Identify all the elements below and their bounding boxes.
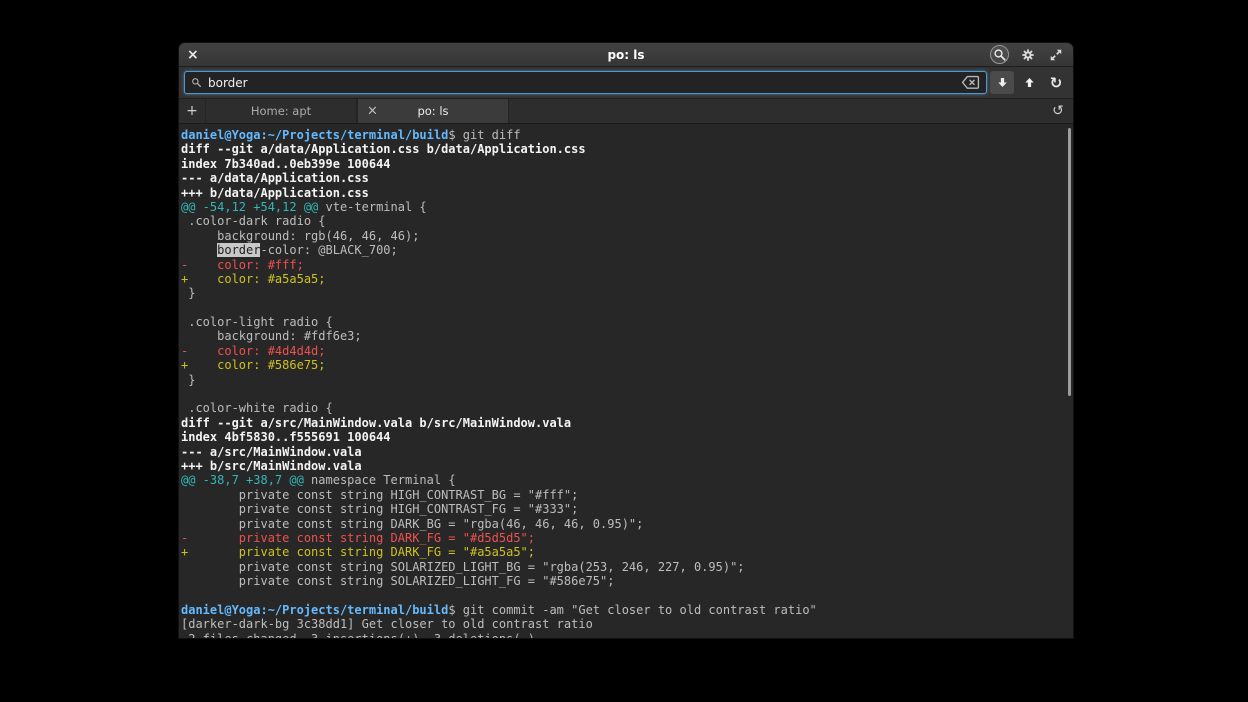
search-wrap-button[interactable]: ↻ [1044,71,1068,94]
terminal-line: +++ b/data/Application.css [181,186,1073,200]
terminal-line: background: #fdf6e3; [181,329,1073,343]
titlebar: × po: ls [179,43,1073,67]
settings-button[interactable] [1018,45,1037,64]
new-tab-button[interactable]: + [179,99,205,123]
tab-label: po: ls [417,104,448,118]
terminal-line: .color-dark radio { [181,214,1073,228]
terminal-line: --- a/data/Application.css [181,171,1073,185]
terminal-line: } [181,373,1073,387]
terminal-line: private const string HIGH_CONTRAST_FG = … [181,502,1073,516]
tab-label: Home: apt [251,104,311,118]
restore-closed-tab-button[interactable]: ↺ [1043,99,1073,123]
arrow-down-icon [996,76,1009,89]
fullscreen-button[interactable] [1046,45,1065,64]
tab-close-icon[interactable]: × [367,105,378,118]
search-icon [191,77,202,88]
terminal-line: + color: #586e75; [181,358,1073,372]
terminal-line: [darker-dark-bg 3c38dd1] Get closer to o… [181,617,1073,631]
titlebar-icons [990,45,1065,64]
terminal-line: background: rgb(46, 46, 46); [181,229,1073,243]
terminal-line: } [181,286,1073,300]
terminal-line: daniel@Yoga:~/Projects/terminal/build$ g… [181,603,1073,617]
terminal-line: index 4bf5830..f555691 100644 [181,430,1073,444]
terminal-line: +++ b/src/MainWindow.vala [181,459,1073,473]
terminal-line: border-color: @BLACK_700; [181,243,1073,257]
search-toggle-button[interactable] [990,45,1009,64]
terminal-line: - private const string DARK_FG = "#d5d5d… [181,531,1073,545]
terminal-line: @@ -38,7 +38,7 @@ namespace Terminal { [181,473,1073,487]
search-field[interactable] [184,71,987,94]
terminal-line: + private const string DARK_FG = "#a5a5a… [181,545,1073,559]
terminal-line [181,589,1073,603]
terminal-line: .color-light radio { [181,315,1073,329]
tabbar-spacer [509,99,1043,123]
arrow-up-icon [1023,76,1036,89]
terminal-line: private const string SOLARIZED_LIGHT_FG … [181,574,1073,588]
desktop-background: × po: ls [0,0,1248,702]
terminal-line: --- a/src/MainWindow.vala [181,445,1073,459]
search-input[interactable] [208,76,955,90]
terminal-lines: daniel@Yoga:~/Projects/terminal/build$ g… [181,128,1073,638]
terminal-output[interactable]: daniel@Yoga:~/Projects/terminal/build$ g… [179,124,1073,638]
terminal-line: + color: #a5a5a5; [181,272,1073,286]
terminal-line: - color: #4d4d4d; [181,344,1073,358]
terminal-line: - color: #fff; [181,258,1073,272]
clear-search-icon[interactable] [961,75,980,90]
search-bar: ↻ [179,67,1073,99]
terminal-line: private const string SOLARIZED_LIGHT_BG … [181,560,1073,574]
tab-bar: + Home: apt × po: ls ↺ [179,99,1073,124]
history-icon: ↺ [1052,103,1064,119]
terminal-window: × po: ls [178,42,1074,639]
window-title: po: ls [179,48,1073,62]
terminal-line: diff --git a/data/Application.css b/data… [181,142,1073,156]
terminal-line: @@ -54,12 +54,12 @@ vte-terminal { [181,200,1073,214]
tab-home-apt[interactable]: Home: apt [205,99,357,123]
gear-icon [1021,48,1035,62]
expand-icon [1049,48,1063,62]
terminal-line [181,301,1073,315]
terminal-line [181,387,1073,401]
terminal-line: diff --git a/src/MainWindow.vala b/src/M… [181,416,1073,430]
search-next-button[interactable] [990,71,1014,94]
cycle-icon: ↻ [1050,74,1063,92]
scrollbar-thumb[interactable] [1068,128,1071,396]
window-close-button[interactable]: × [187,48,205,62]
terminal-line: daniel@Yoga:~/Projects/terminal/build$ g… [181,128,1073,142]
terminal-line: private const string DARK_BG = "rgba(46,… [181,517,1073,531]
search-icon [993,48,1007,62]
terminal-line: .color-white radio { [181,401,1073,415]
terminal-line: index 7b340ad..0eb399e 100644 [181,157,1073,171]
terminal-line: private const string HIGH_CONTRAST_BG = … [181,488,1073,502]
terminal-line: 2 files changed, 3 insertions(+), 3 dele… [181,632,1073,638]
tab-po-ls[interactable]: × po: ls [357,99,509,123]
search-previous-button[interactable] [1017,71,1041,94]
